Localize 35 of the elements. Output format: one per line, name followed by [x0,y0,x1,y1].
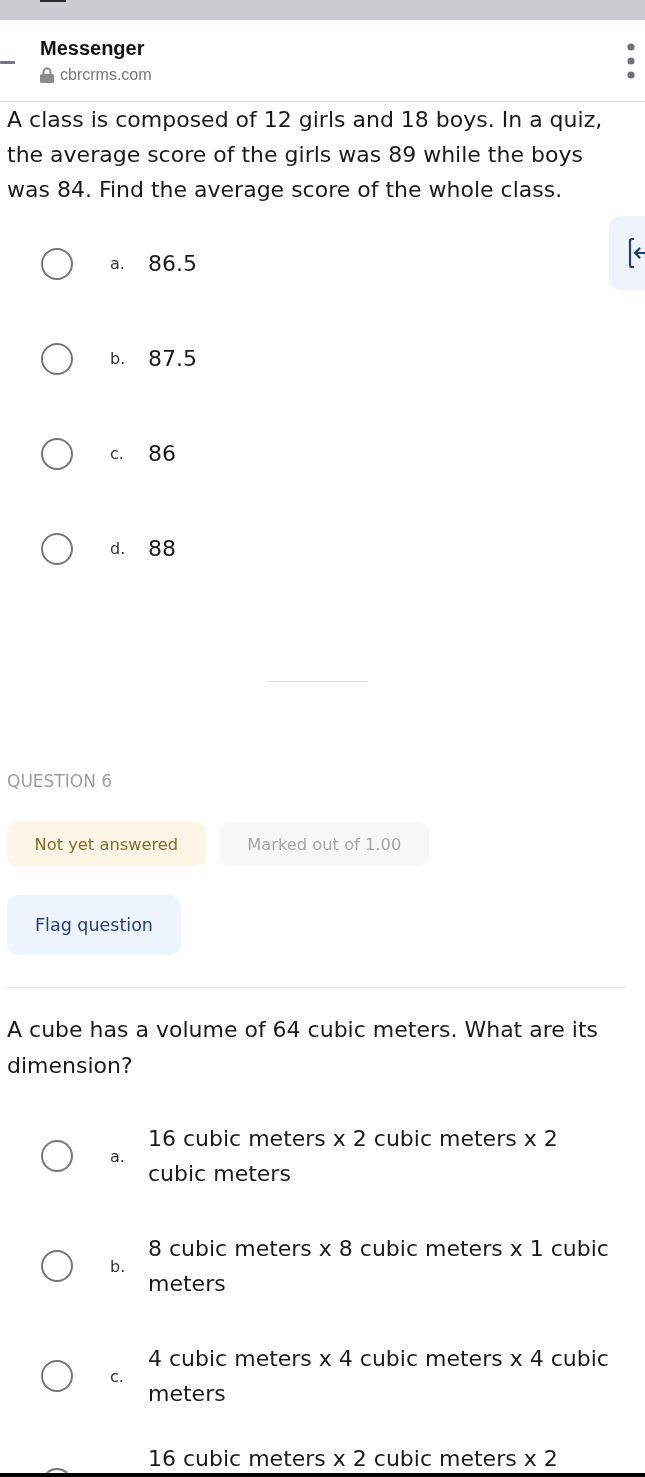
option-letter: a. [110,254,125,273]
option-text: 86 [148,440,176,468]
option-text: 8 cubic meters x 8 cubic meters x 1 cubic meters [148,1235,610,1298]
option-text: 87.5 [148,345,197,373]
option-text: 88 [148,535,176,563]
radio-button[interactable] [41,532,73,565]
radio-button[interactable] [41,1140,73,1172]
question-number: QUESTION 6 [7,770,113,793]
option-text: 86.5 [148,250,197,278]
drawer-toggle-button[interactable] [609,216,645,290]
status-badge: Not yet answered [7,822,206,866]
radio-button[interactable] [41,1250,73,1282]
option-letter: b. [110,349,126,368]
radio-button[interactable] [41,247,73,280]
exit-arrow-icon [628,237,645,269]
radio-button[interactable] [41,437,73,470]
lock-icon [40,67,54,83]
handle-icon [40,0,66,2]
option-text: 16 cubic meters x 2 cubic meters x 2 cubic meters [148,1125,559,1188]
page-url: cbrcrms.com [60,65,152,85]
flag-question-button[interactable]: Flag question [7,895,181,955]
option-letter: a. [110,1146,125,1166]
question-text: A class is composed of 12 girls and 18 boys. In a quiz, the average score of the girls was 89 while the boys was 84. Find the average score of the whole class. [7,106,604,204]
option-letter: d. [110,539,126,558]
option-text: 4 cubic meters x 4 cubic meters x 4 cubic meters [148,1345,610,1408]
radio-button[interactable] [41,342,73,375]
option-letter: c. [110,444,124,463]
option-letter: c. [110,1366,124,1386]
option-text: 16 cubic meters x 2 cubic meters x 2 [148,1446,559,1472]
question-text: A cube has a volume of 64 cubic meters. What are its dimension? [7,1016,599,1080]
marks-badge: Marked out of 1.00 [219,822,429,866]
page-title: Messenger [40,36,146,60]
option-letter: b. [110,1256,126,1276]
more-menu-icon[interactable] [627,42,635,79]
radio-button[interactable] [41,1360,73,1392]
